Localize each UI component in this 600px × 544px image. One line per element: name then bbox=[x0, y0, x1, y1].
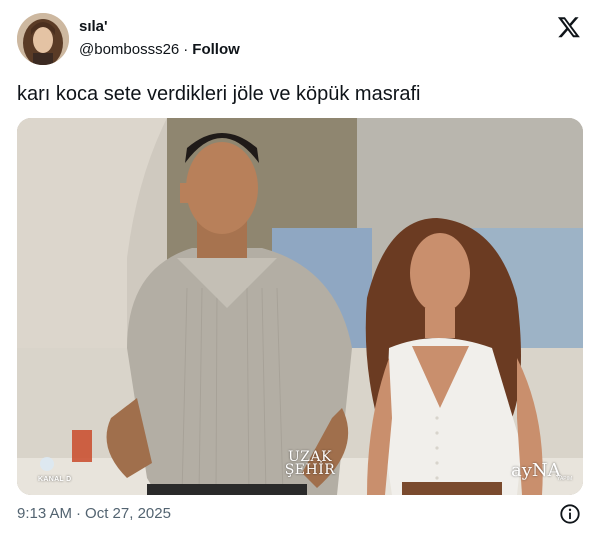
author-handle-row: @bombosss26 · Follow bbox=[79, 41, 240, 58]
show-watermark-line2: ŞEHİR bbox=[284, 462, 336, 478]
handle-separator: · bbox=[183, 41, 189, 58]
follow-button[interactable]: Follow bbox=[192, 41, 240, 58]
avatar[interactable] bbox=[17, 13, 69, 65]
info-icon[interactable] bbox=[559, 503, 581, 525]
tweet-card: sıla' @bombosss26 · Follow karı koca sete … bbox=[0, 0, 600, 544]
producer-sub-watermark: YAPIM bbox=[557, 476, 573, 482]
channel-watermark: KANAL D bbox=[38, 476, 72, 483]
tweet-media-image[interactable]: KANAL D UZAK ŞEHİR ayNA YAPIM bbox=[17, 118, 583, 495]
tweet-time: 9:13 AM bbox=[17, 505, 73, 522]
show-watermark: UZAK ŞEHİR bbox=[279, 450, 341, 478]
tweet-date: Oct 27, 2025 bbox=[85, 505, 171, 522]
tweet-text: karı koca sete verdikleri jöle ve köpük … bbox=[17, 83, 421, 105]
tweet-timestamp[interactable]: 9:13 AM · Oct 27, 2025 bbox=[17, 505, 171, 522]
author-display-name[interactable]: sıla' bbox=[79, 18, 108, 35]
x-logo-icon[interactable] bbox=[557, 15, 581, 39]
producer-watermark: ayNA bbox=[511, 460, 561, 481]
author-handle[interactable]: @bombosss26 bbox=[79, 41, 179, 58]
timestamp-separator: · bbox=[76, 505, 82, 522]
